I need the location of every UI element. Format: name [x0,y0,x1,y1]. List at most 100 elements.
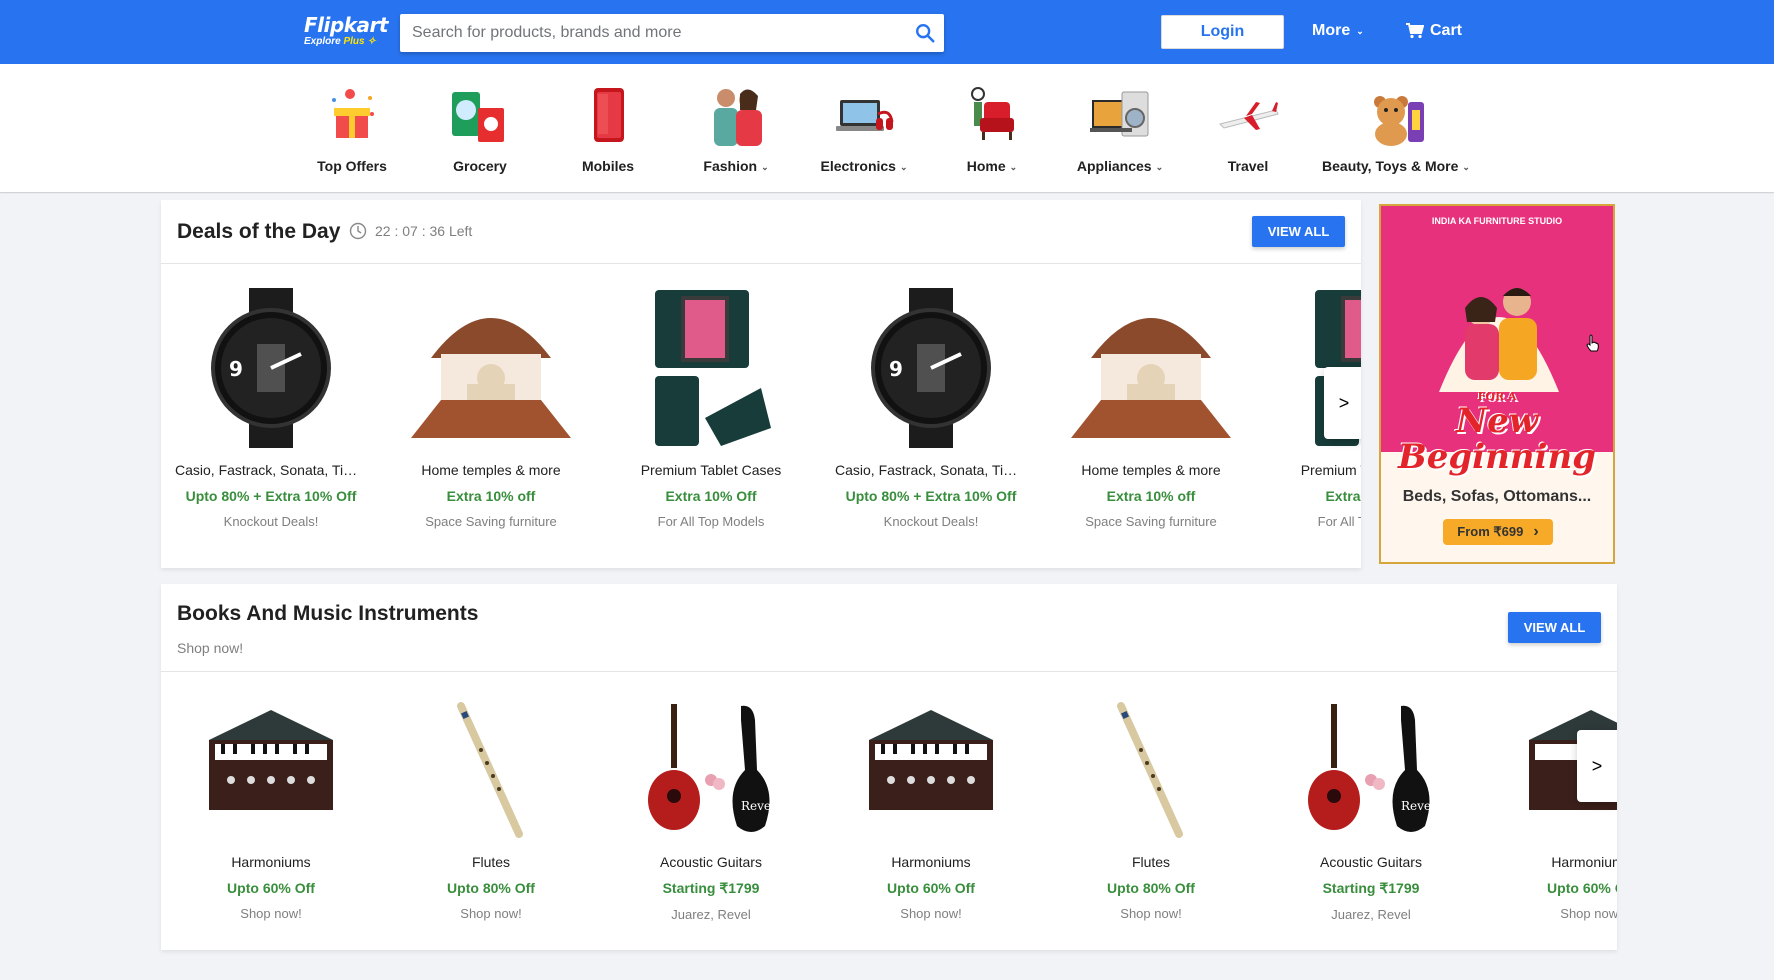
deal-tile[interactable]: Home temples & more Extra 10% off Space … [381,288,601,529]
category-text: Grocery [453,158,507,174]
deal-subtext: For All Top Models [657,514,765,529]
logo-subtext: Explore Plus ✧ [304,36,388,48]
product-subtext: Shop now! [460,906,522,921]
product-subtext: Juarez, Revel [671,907,751,922]
deal-subtext: Space Saving furniture [425,514,557,529]
search-bar [400,14,944,52]
chevron-right-icon: › [1533,523,1539,540]
books-music-section: Books And Music Instruments Shop now! VI… [161,584,1617,950]
category-fashion[interactable]: Fashion ⌄ [672,84,800,174]
banner-cta-button[interactable]: From ₹699 › [1443,519,1553,545]
harmonium-icon [209,710,333,810]
search-icon[interactable] [914,22,936,44]
deal-name: Home temples & more [421,462,561,478]
deal-offer: Upto 80% + Extra 10% Off [185,488,357,504]
category-appliances[interactable]: Appliances ⌄ [1056,84,1184,174]
product-tile[interactable]: Revel Acoustic Guitars Starting ₹1799 Ju… [1261,700,1481,922]
timer-text: 22 : 07 : 36 Left [375,223,473,239]
banner-cta-label: From ₹699 [1457,524,1524,539]
mobile-phone-icon [594,88,624,142]
couple-illustration-icon [1439,288,1559,392]
gift-offers-icon [332,89,374,138]
banner-title: FOR A New Beginning [1381,391,1613,477]
books-next-button[interactable]: > [1577,730,1617,802]
category-text: Electronics [820,158,896,174]
banner-brand: INDIA KA FURNITURE STUDIO [1431,216,1563,226]
deal-tile[interactable]: 9 Casio, Fastrack, Sonata, Timex… Upto 8… [821,288,1041,529]
product-name: Harmoniums [231,854,311,870]
category-home[interactable]: Home ⌄ [928,84,1056,174]
banner-title-main: New Beginning [1398,401,1596,477]
logo-text: Flipkart [304,13,388,37]
logo-sub-plus: Plus [343,36,365,47]
chevron-down-icon: ⌄ [899,161,908,172]
product-offer: Upto 80% Off [1107,880,1195,896]
flute-icon [457,702,523,838]
product-name: Flutes [471,854,511,870]
section-title: Books And Music Instruments [177,602,479,625]
product-offer: Upto 60% Off [887,880,975,896]
category-label: Electronics ⌄ [800,158,928,174]
product-tile[interactable]: Revel Acoustic Guitars Starting ₹1799 Ju… [601,700,821,922]
category-beauty-toys[interactable]: Beauty, Toys & More ⌄ [1321,84,1471,174]
deal-tile[interactable]: Home temples & more Extra 10% off Space … [1041,288,1261,529]
login-button[interactable]: Login [1161,15,1284,49]
svg-text:9: 9 [229,357,243,381]
deals-of-the-day-section: Deals of the Day 22 : 07 : 36 Left VIEW … [161,200,1361,568]
product-tile[interactable]: Flutes Upto 80% Off Shop now! [381,700,601,921]
cart-link[interactable]: Cart [1406,22,1462,40]
product-tile[interactable]: Harmoniums Upto 60% Off Shop now! [161,700,381,921]
fashion-icon [714,89,762,146]
category-grocery[interactable]: Grocery [416,84,544,174]
chevron-down-icon: ⌄ [761,161,769,172]
category-travel[interactable]: Travel [1184,84,1312,174]
product-subtext: Shop now! [1560,906,1617,921]
category-label: Beauty, Toys & More ⌄ [1321,158,1471,174]
deal-tile[interactable]: Premium Tablet Cases Extra 10% Off For A… [601,288,821,529]
product-tile[interactable]: Flutes Upto 80% Off Shop now! [1041,700,1261,921]
product-name: Acoustic Guitars [660,854,762,870]
product-offer: Upto 60% Off [1547,880,1617,896]
section-subtitle: Shop now! [177,640,244,656]
deal-name: Casio, Fastrack, Sonata, Timex… [175,462,381,478]
logo-sub-prefix: Explore [304,36,344,47]
product-name: Flutes [1131,854,1171,870]
deals-next-button[interactable]: > [1324,367,1361,439]
furniture-banner[interactable]: INDIA KA FURNITURE STUDIO FOR A New Begi… [1379,204,1615,564]
books-view-all-button[interactable]: VIEW ALL [1508,612,1601,643]
category-text: Travel [1227,158,1269,174]
category-electronics[interactable]: Electronics ⌄ [800,84,928,174]
product-tile[interactable]: Harmoniums Upto 60% Off Shop now! [821,700,1041,921]
deal-offer: Extra 10% Off [665,488,757,504]
product-offer: Upto 80% Off [447,880,535,896]
deal-name: Home temples & more [1081,462,1221,478]
category-label: Grocery [416,158,544,174]
more-menu[interactable]: More ⌄ [1312,22,1364,40]
product-name: Harmoniums [1551,854,1617,870]
category-text: Fashion [703,158,758,174]
deal-offer: Upto 80% + Extra 10% Off [845,488,1017,504]
deal-offer: Extra 10% Off [1325,488,1361,504]
grocery-icon [452,92,504,142]
category-label: Top Offers [288,158,416,174]
wristwatch-icon: 9 [211,288,331,448]
banner-text: Beds, Sofas, Ottomans... [1402,488,1592,505]
flipkart-logo[interactable]: Flipkart Explore Plus ✧ [304,14,388,48]
home-temple-icon [1071,318,1231,438]
deal-tile[interactable]: 9 Casio, Fastrack, Sonata, Timex… Upto 8… [161,288,381,529]
search-input[interactable] [400,14,900,52]
product-offer: Upto 60% Off [227,880,315,896]
deal-name: Casio, Fastrack, Sonata, Timex… [835,462,1041,478]
deals-view-all-button[interactable]: VIEW ALL [1252,216,1345,247]
section-title: Deals of the Day [177,220,341,243]
product-subtext: Shop now! [1120,906,1182,921]
deal-offer: Extra 10% off [446,488,536,504]
category-label: Travel [1184,158,1312,174]
guitar-icon: Revel [648,704,775,832]
category-mobiles[interactable]: Mobiles [544,84,672,174]
deal-subtext: Space Saving furniture [1085,514,1217,529]
chevron-down-icon: ⌄ [1356,25,1364,36]
category-top-offers[interactable]: Top Offers [288,84,416,174]
tablet-case-icon [655,290,771,446]
product-name: Acoustic Guitars [1320,854,1422,870]
